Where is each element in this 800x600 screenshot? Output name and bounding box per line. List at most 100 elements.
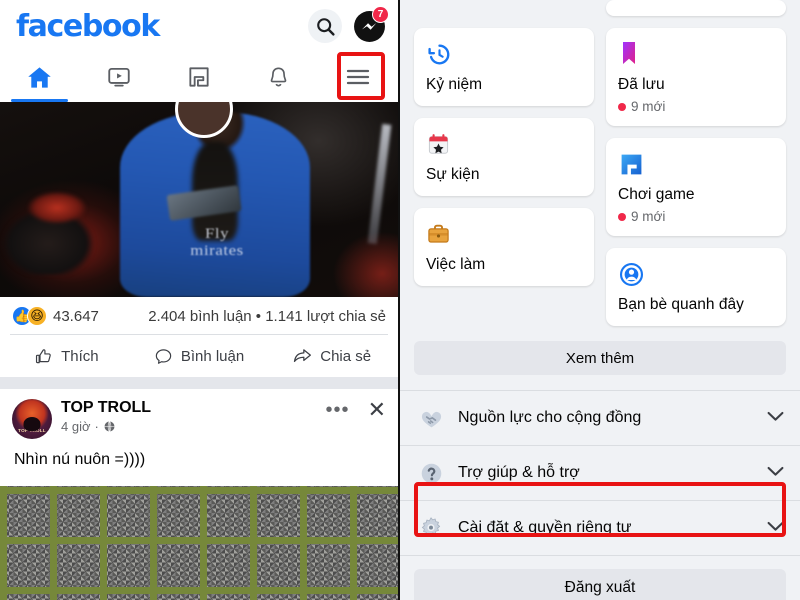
- share-button[interactable]: Chia sẻ: [265, 346, 398, 366]
- handshake-heart-icon: [421, 411, 441, 427]
- gaming-icon: [621, 154, 642, 174]
- messenger-badge: 7: [372, 6, 389, 23]
- shortcut-label: Kỷ niệm: [426, 76, 482, 93]
- chevron-down-icon[interactable]: [767, 464, 784, 482]
- shortcut-label: Sự kiện: [426, 166, 480, 183]
- menu-row-label: Trợ giúp & hỗ trợ: [458, 464, 580, 481]
- jersey-sponsor-text: Fly mirates: [190, 226, 244, 259]
- shortcut-badge-text: 9 mới: [631, 99, 666, 114]
- gear-icon-wrap: [416, 515, 446, 541]
- bookmark-icon-wrap: [618, 39, 774, 69]
- search-button[interactable]: [308, 9, 342, 43]
- nav-tab-watch[interactable]: [80, 52, 160, 102]
- nearby-friends-icon: [619, 262, 644, 286]
- nav-tab-notifications[interactable]: [239, 52, 319, 102]
- comment-bubble-icon: [155, 348, 172, 364]
- more-dots-icon[interactable]: •••: [326, 400, 350, 420]
- shortcut-label: Việc làm: [426, 256, 486, 273]
- messenger-button[interactable]: 7: [352, 6, 389, 43]
- shortcut-card-partial-right[interactable]: [606, 0, 786, 16]
- post-body-text: Nhìn nú nuôn =)))): [14, 451, 146, 468]
- post-meta: 4 giờ ·: [61, 419, 151, 434]
- share-button-label: Chia sẻ: [320, 347, 372, 365]
- menu-row-settings-privacy[interactable]: Cài đặt & quyền riêng tư: [400, 501, 800, 556]
- shortcut-columns: Kỷ niệm Sự kiện Việc làm Đã lưu 9 mới Ch…: [414, 0, 786, 326]
- shortcut-badge: 9 mới: [618, 209, 774, 224]
- share-arrow-icon: [294, 349, 312, 363]
- menu-row-label: Cài đặt & quyền riêng tư: [458, 519, 632, 536]
- thumbs-up-icon: [36, 348, 51, 363]
- app-header: facebook 7: [0, 0, 398, 52]
- see-more-button[interactable]: Xem thêm: [414, 341, 786, 375]
- comments-shares-count[interactable]: 2.404 bình luận • 1.141 lượt chia sẻ: [148, 308, 386, 325]
- close-icon[interactable]: ✕: [368, 399, 386, 421]
- shortcut-badge-text: 9 mới: [631, 209, 666, 224]
- comment-button[interactable]: Bình luận: [133, 347, 266, 366]
- shortcut-grid: Kỷ niệm Sự kiện Việc làm Đã lưu 9 mới Ch…: [400, 0, 800, 326]
- menu-row-help-support[interactable]: Trợ giúp & hỗ trợ: [400, 446, 800, 501]
- shortcut-card-memories[interactable]: Kỷ niệm: [414, 28, 594, 106]
- globe-icon: [104, 421, 115, 432]
- handshake-heart-icon-wrap: [416, 406, 446, 431]
- screenshot-root: facebook 7 Fly mirates 👍 😆 43.647 2.404 …: [0, 0, 800, 600]
- video-post-thumbnail[interactable]: Fly mirates: [0, 102, 398, 297]
- post-tools: ••• ✕: [326, 399, 386, 421]
- gear-icon: [421, 517, 441, 537]
- post-author-block: TOP TROLL 4 giờ ·: [61, 399, 151, 434]
- question-mark-icon: [421, 463, 441, 483]
- post-attached-image[interactable]: [0, 486, 398, 600]
- new-dot-icon: [618, 212, 626, 221]
- facebook-menu-panel: Kỷ niệm Sự kiện Việc làm Đã lưu 9 mới Ch…: [400, 0, 800, 600]
- primary-nav-tabs: [0, 52, 398, 102]
- chevron-down-icon[interactable]: [767, 409, 784, 427]
- menu-row-label: Nguồn lực cho cộng đồng: [458, 409, 642, 426]
- hamburger-icon: [347, 69, 370, 85]
- search-icon: [316, 17, 335, 36]
- shortcut-label: Chơi game: [618, 186, 695, 203]
- post-meta-separator: ·: [94, 419, 99, 434]
- shortcut-badge: 9 mới: [618, 99, 774, 114]
- avatar[interactable]: TOP TROLL: [12, 399, 52, 439]
- gaming-icon-wrap: [618, 149, 774, 179]
- calendar-star-icon: [428, 133, 449, 154]
- like-button-label: Thích: [61, 347, 99, 365]
- motorbike-blur: [2, 170, 112, 275]
- shortcut-card-saved[interactable]: Đã lưu 9 mới: [606, 28, 786, 126]
- feed-section-gap: [0, 377, 398, 389]
- shortcut-card-events[interactable]: Sự kiện: [414, 118, 594, 196]
- avatar-label: TOP TROLL: [18, 428, 46, 433]
- home-icon: [28, 66, 52, 88]
- new-dot-icon: [618, 102, 626, 111]
- nav-tab-home[interactable]: [0, 52, 80, 102]
- facebook-feed-panel: facebook 7 Fly mirates 👍 😆 43.647 2.404 …: [0, 0, 400, 600]
- calendar-star-icon-wrap: [426, 129, 582, 159]
- post-header: TOP TROLL TOP TROLL 4 giờ · ••• ✕: [12, 399, 386, 439]
- gaming-icon: [189, 67, 209, 87]
- question-mark-icon-wrap: [416, 461, 446, 486]
- post-time: 4 giờ: [61, 419, 91, 434]
- nearby-friends-icon-wrap: [618, 259, 774, 289]
- chevron-down-icon[interactable]: [767, 519, 784, 537]
- haha-reaction-icon: 😆: [27, 306, 47, 326]
- reaction-summary-row: 👍 😆 43.647 2.404 bình luận • 1.141 lượt …: [0, 297, 398, 334]
- shortcut-card-nearby-friends[interactable]: Bạn bè quanh đây: [606, 248, 786, 326]
- shortcut-card-play-games[interactable]: Chơi game 9 mới: [606, 138, 786, 236]
- clock-history-icon-wrap: [426, 39, 582, 69]
- shortcut-label: Bạn bè quanh đây: [618, 296, 744, 313]
- shortcut-card-jobs[interactable]: Việc làm: [414, 208, 594, 286]
- reaction-icons[interactable]: 👍 😆 43.647: [12, 306, 99, 326]
- post-author-name[interactable]: TOP TROLL: [61, 399, 151, 417]
- facebook-wordmark[interactable]: facebook: [16, 9, 160, 44]
- comment-button-label: Bình luận: [180, 347, 245, 365]
- header-actions: 7: [308, 6, 389, 43]
- bell-icon: [270, 66, 287, 86]
- briefcase-icon: [428, 224, 449, 243]
- video-icon: [108, 67, 131, 87]
- briefcase-icon-wrap: [426, 219, 582, 249]
- like-button[interactable]: Thích: [0, 347, 133, 366]
- nav-tab-menu[interactable]: [318, 52, 398, 102]
- shortcut-label: Đã lưu: [618, 76, 665, 93]
- logout-button[interactable]: Đăng xuất: [414, 569, 786, 600]
- nav-tab-gaming[interactable]: [159, 52, 239, 102]
- menu-row-community-resources[interactable]: Nguồn lực cho cộng đồng: [400, 391, 800, 446]
